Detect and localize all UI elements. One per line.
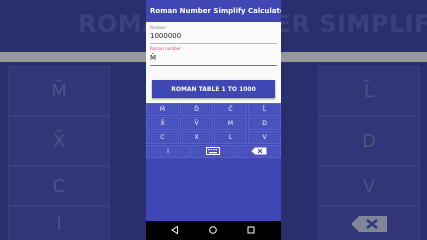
app-screen: Roman Number Simplify Calculator Number … [146,0,281,240]
key-i[interactable]: I [146,145,190,158]
key-c[interactable]: C [146,131,179,144]
key-x[interactable]: X [180,131,213,144]
roman-field-label: Roman number [150,46,181,51]
backspace-button[interactable] [236,145,281,158]
number-field-label: Number [150,25,167,30]
roman-input-underline [150,65,277,66]
recents-icon[interactable] [246,225,256,235]
keyboard-toggle-button[interactable] [191,145,235,158]
key-d-bar[interactable]: D̄ [180,103,213,116]
keyboard-icon [206,146,220,157]
app-title: Roman Number Simplify Calculator [146,0,281,22]
key-d[interactable]: D [248,117,281,130]
number-input-underline [150,43,277,44]
number-input[interactable]: 1000000 [150,32,181,40]
roman-input[interactable]: M̄ [150,54,156,62]
home-icon[interactable] [208,225,218,235]
key-l-bar[interactable]: L̄ [248,103,281,116]
roman-table-button[interactable]: ROMAN TABLE 1 TO 1000 [152,80,275,98]
key-c-bar[interactable]: C̄ [214,103,247,116]
backspace-icon [251,147,267,157]
key-l[interactable]: L [214,131,247,144]
android-nav-bar [146,221,281,240]
roman-keypad: M̄ D̄ C̄ L̄ X̄ V̄ M D C X L V I [146,103,281,221]
key-m-bar[interactable]: M̄ [146,103,179,116]
back-icon[interactable] [170,225,180,235]
key-x-bar[interactable]: X̄ [146,117,179,130]
key-v[interactable]: V [248,131,281,144]
key-m[interactable]: M [214,117,247,130]
key-v-bar[interactable]: V̄ [180,117,213,130]
